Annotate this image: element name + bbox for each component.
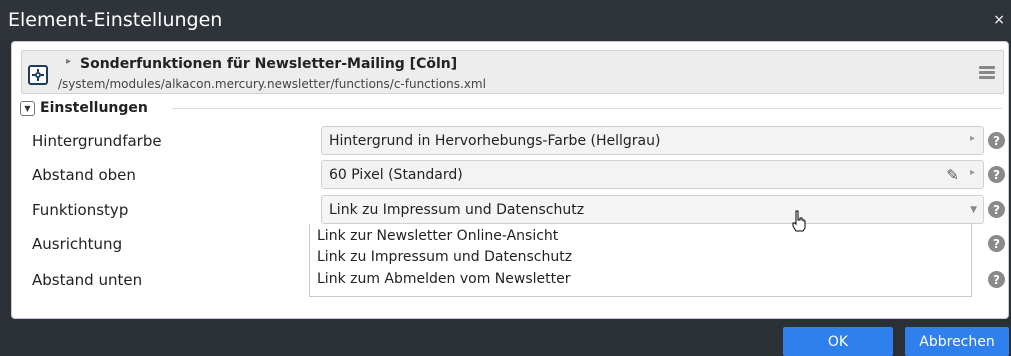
- element-settings-dialog: Element-Einstellungen × ▸ Sonderfunktion…: [0, 0, 1011, 356]
- hand-cursor-icon: [792, 210, 806, 232]
- section-title: Einstellungen: [40, 100, 148, 116]
- resource-title: Sonderfunktionen für Newsletter-Mailing …: [80, 56, 458, 72]
- field-abstand-oben[interactable]: 60 Pixel (Standard) ✎ ▸: [321, 160, 984, 189]
- dialog-title: Element-Einstellungen: [8, 9, 223, 31]
- help-icon[interactable]: ?: [988, 166, 1005, 183]
- close-icon[interactable]: ×: [993, 12, 1005, 28]
- ok-button[interactable]: OK: [783, 327, 893, 356]
- dialog-footer: OK Abbrechen: [0, 320, 1011, 356]
- chevron-down-icon[interactable]: ▼: [20, 100, 35, 116]
- gear-icon[interactable]: [28, 65, 48, 85]
- selected-value: Link zu Impressum und Datenschutz: [329, 202, 585, 218]
- field-hintergrundfarbe[interactable]: Hintergrund in Hervorhebungs-Farbe (Hell…: [321, 126, 984, 155]
- help-icon[interactable]: ?: [988, 201, 1005, 218]
- help-icon[interactable]: ?: [988, 132, 1005, 149]
- field-value: Hintergrund in Hervorhebungs-Farbe (Hell…: [329, 133, 661, 149]
- pencil-icon[interactable]: ✎: [946, 166, 959, 184]
- dialog-titlebar: Element-Einstellungen ×: [0, 0, 1011, 40]
- dropdown-option[interactable]: Link zur Newsletter Online-Ansicht: [317, 228, 558, 244]
- gear-icon-glyph: [32, 69, 44, 81]
- cancel-button[interactable]: Abbrechen: [905, 327, 1009, 356]
- arrow-right-icon[interactable]: ▸: [970, 167, 975, 178]
- resource-expand-icon[interactable]: ▸: [66, 56, 71, 67]
- label-abstand-unten: Abstand unten: [32, 271, 143, 289]
- resource-path: /system/modules/alkacon.mercury.newslett…: [58, 77, 486, 91]
- select-funktionstyp[interactable]: Link zu Impressum und Datenschutz ▼: [321, 195, 984, 224]
- label-hintergrundfarbe: Hintergrundfarbe: [32, 132, 162, 150]
- hamburger-icon[interactable]: [979, 66, 995, 80]
- dropdown-option[interactable]: Link zum Abmelden vom Newsletter: [317, 271, 570, 287]
- resource-info-box: ▸ Sonderfunktionen für Newsletter-Mailin…: [21, 50, 1004, 94]
- label-ausrichtung: Ausrichtung: [32, 235, 123, 253]
- settings-section-header: ▼ Einstellungen: [20, 98, 148, 118]
- label-funktionstyp: Funktionstyp: [32, 201, 129, 219]
- label-abstand-oben: Abstand oben: [32, 166, 136, 184]
- funktionstyp-dropdown-list: Link zur Newsletter Online-Ansicht Link …: [309, 224, 972, 297]
- field-value: 60 Pixel (Standard): [329, 167, 463, 183]
- dropdown-option[interactable]: Link zu Impressum und Datenschutz: [317, 249, 572, 265]
- help-icon[interactable]: ?: [988, 271, 1005, 288]
- arrow-right-icon[interactable]: ▸: [970, 133, 975, 144]
- help-icon[interactable]: ?: [988, 235, 1005, 252]
- caret-down-icon[interactable]: ▼: [970, 205, 977, 215]
- section-divider: [172, 108, 1002, 109]
